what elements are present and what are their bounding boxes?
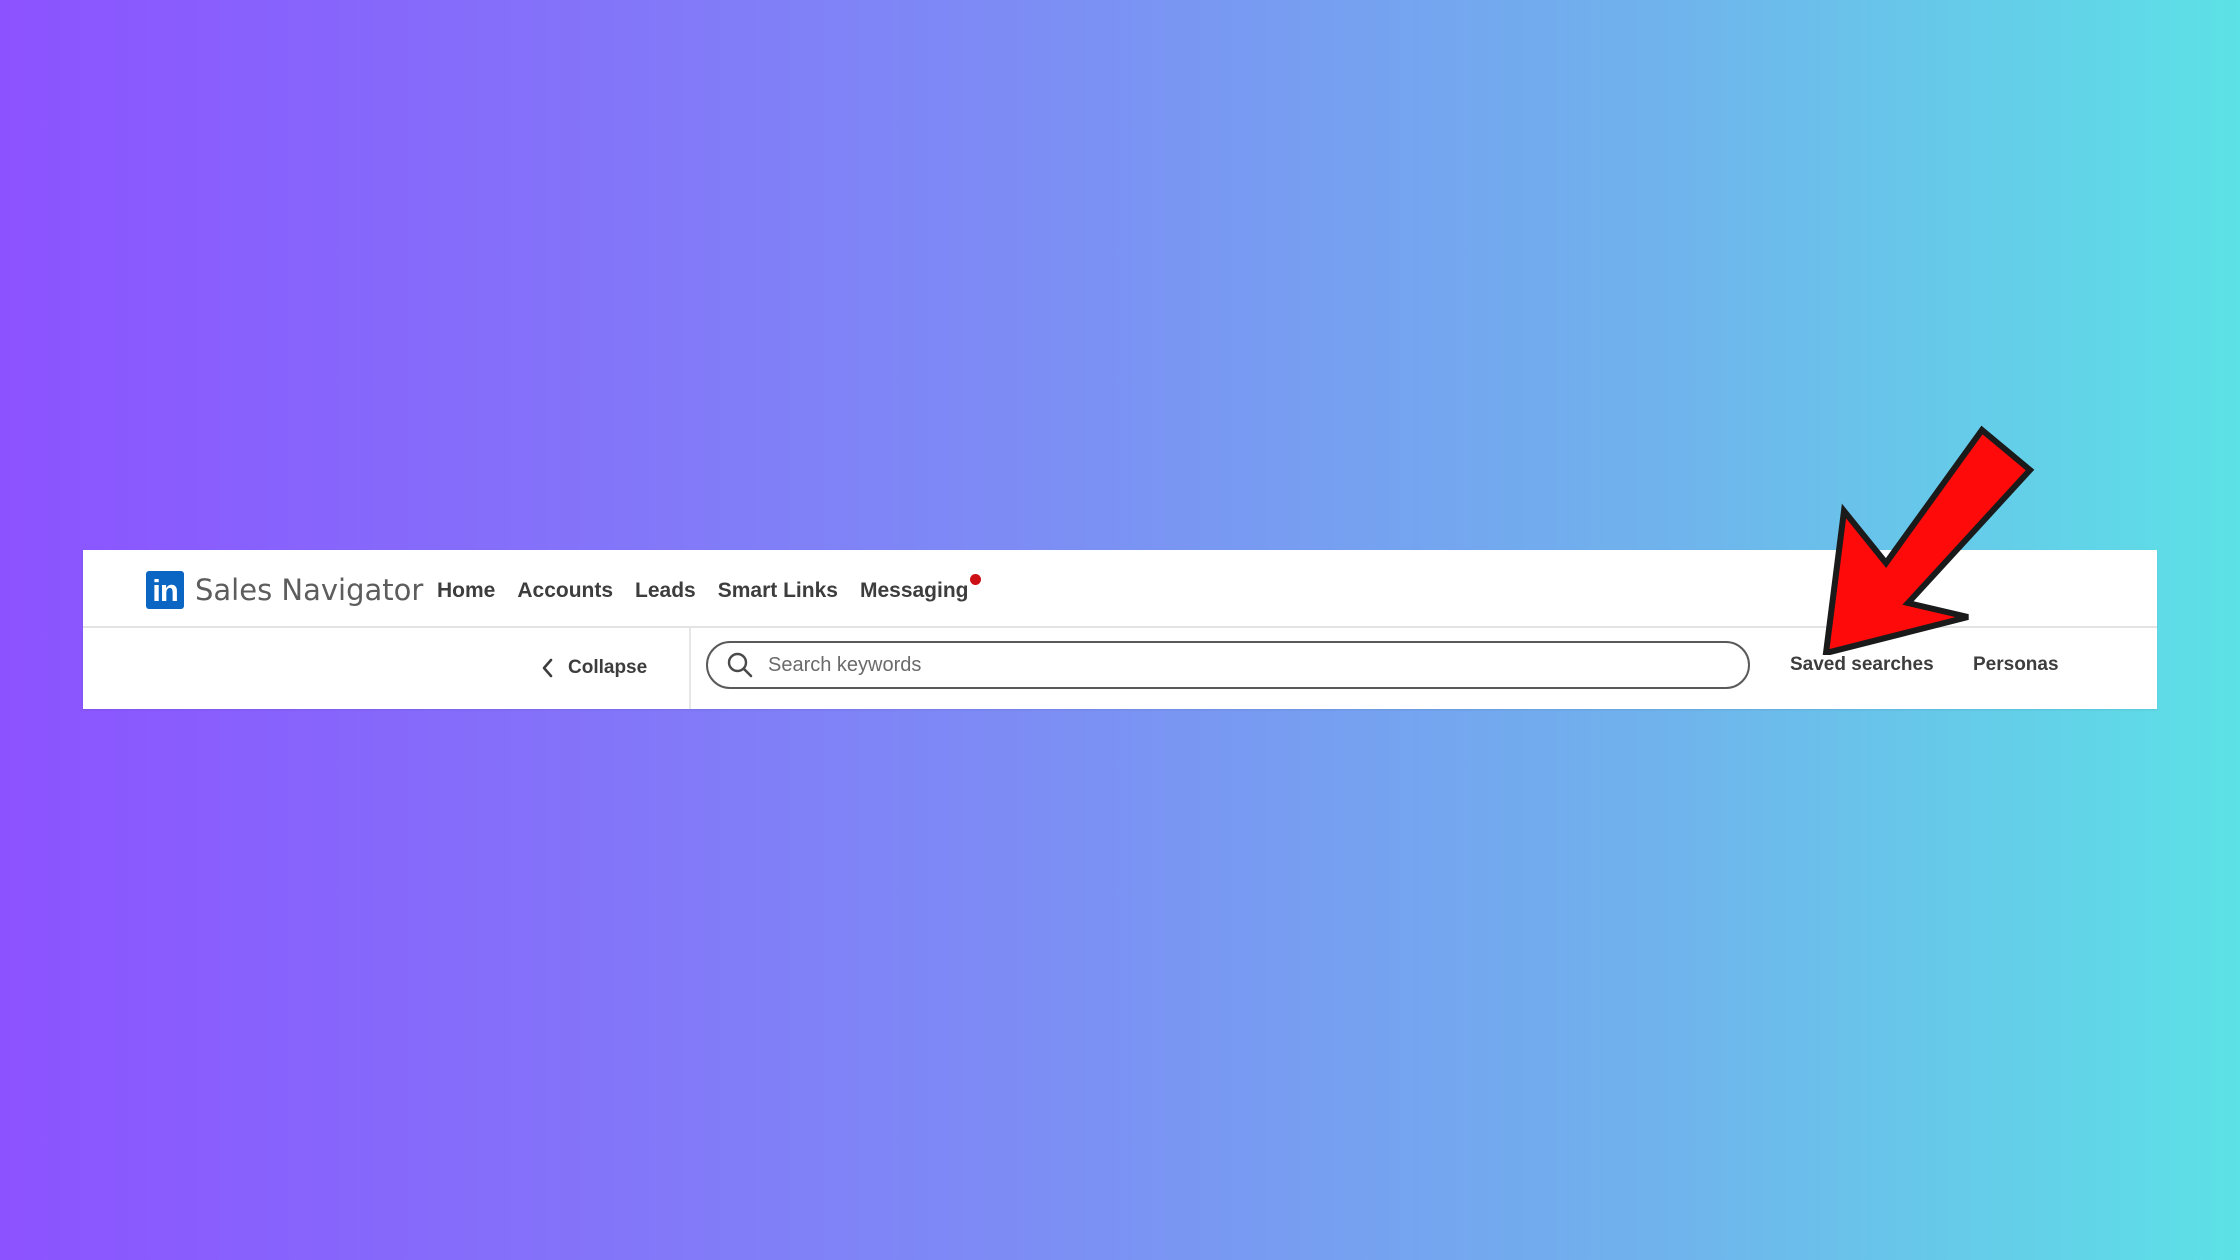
notification-dot — [969, 574, 981, 585]
search-box[interactable] — [706, 641, 1750, 689]
saved-searches-link[interactable]: Saved searches — [1790, 654, 1934, 676]
brand-title[interactable]: Sales Navigator — [195, 570, 423, 610]
nav-item-accounts[interactable]: Accounts — [517, 572, 613, 610]
linkedin-logo-icon[interactable]: in — [146, 571, 184, 609]
red-arrow-icon — [1822, 425, 2035, 655]
collapse-label: Collapse — [568, 657, 648, 678]
vertical-divider — [689, 628, 691, 709]
nav-item-messaging[interactable]: Messaging — [859, 572, 981, 610]
nav-item-leads[interactable]: Leads — [635, 572, 696, 610]
personas-link[interactable]: Personas — [1973, 654, 2059, 676]
chevron-left-icon — [542, 658, 553, 678]
nav-item-home[interactable]: Home — [437, 572, 495, 610]
nav-item-smart-links[interactable]: Smart Links — [718, 572, 838, 610]
collapse-button[interactable]: Collapse — [538, 650, 647, 686]
main-nav: Home Accounts Leads Smart Links Messagin… — [437, 572, 991, 610]
nav-item-messaging-label: Messaging — [859, 579, 969, 602]
search-icon — [727, 652, 753, 678]
search-input[interactable] — [766, 645, 1728, 685]
